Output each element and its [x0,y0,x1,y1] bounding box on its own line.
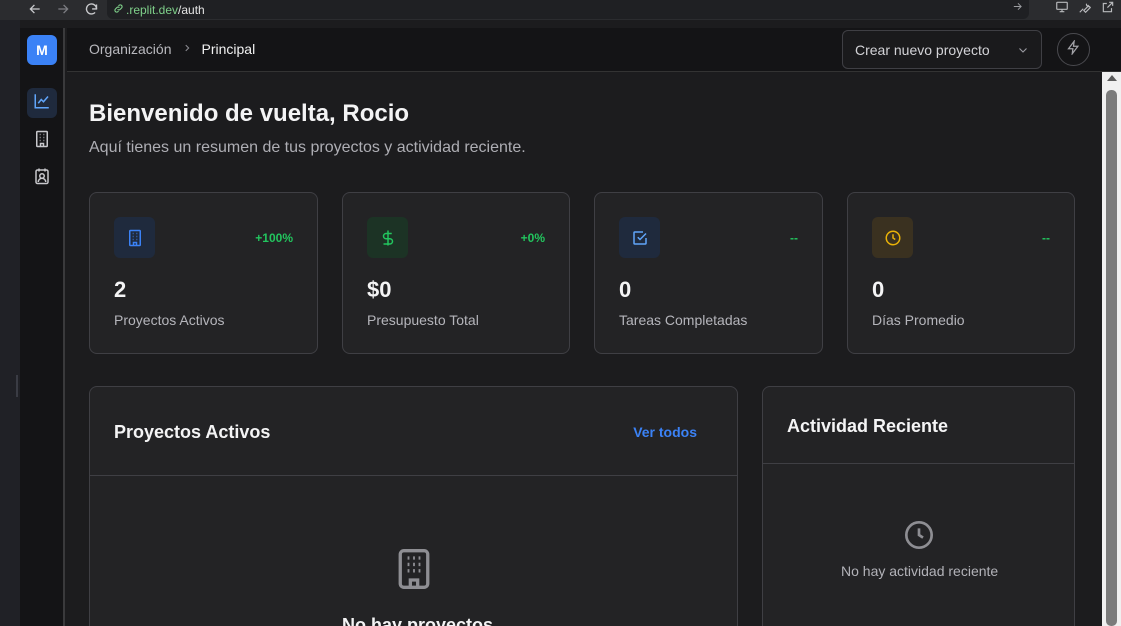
sidebar-item-contacts[interactable] [27,163,57,193]
empty-activity-text: No hay actividad reciente [841,563,999,579]
quick-action-button[interactable] [1057,33,1090,66]
stat-value: $0 [367,277,392,302]
sidebar-item-projects[interactable] [27,126,57,156]
page-subtitle: Aquí tienes un resumen de tus proyectos … [89,139,526,156]
building-icon [33,130,51,153]
breadcrumb-organization[interactable]: Organización [89,41,172,57]
browser-toolbar: .replit.dev/auth [0,0,1121,20]
clock-icon [903,519,935,556]
scrollbar[interactable] [1102,72,1121,626]
scrollbar-thumb[interactable] [1106,90,1117,626]
stat-value: 0 [619,277,632,302]
stat-card-average-days: -- 0 Días Promedio [847,192,1075,354]
stat-value: 0 [872,277,885,302]
building-icon [114,217,155,258]
sidebar: M [20,28,65,626]
chart-line-icon [33,92,51,115]
clock-icon [872,217,913,258]
panel-header: Proyectos Activos Ver todos [90,387,737,476]
breadcrumb-current: Principal [201,41,256,57]
url-host: .replit.dev [126,2,179,17]
stat-delta: -- [1042,231,1050,245]
check-square-icon [619,217,660,258]
address-bar[interactable]: .replit.dev/auth [107,0,1029,19]
panel-header: Actividad Reciente [763,387,1074,464]
link-icon [113,3,124,17]
frame-marker [16,375,18,397]
chevron-right-icon [182,42,192,56]
stat-delta: +100% [255,231,293,245]
project-select[interactable]: Crear nuevo proyecto [842,30,1042,69]
stat-label: Proyectos Activos [114,312,225,328]
project-select-value: Crear nuevo proyecto [855,41,990,58]
sidebar-item-dashboard[interactable] [27,88,57,118]
stat-label: Tareas Completadas [619,312,748,328]
breadcrumb: Organización Principal [89,41,255,57]
active-projects-panel: Proyectos Activos Ver todos No hay proye… [89,386,738,626]
wrench-icon[interactable] [1078,0,1092,19]
main-content: Bienvenido de vuelta, Rocio Aquí tienes … [67,72,1102,626]
stat-card-total-budget: +0% $0 Presupuesto Total [342,192,570,354]
page-title: Bienvenido de vuelta, Rocio [89,100,410,127]
building-icon [392,547,436,596]
stat-card-active-projects: +100% 2 Proyectos Activos [89,192,318,354]
empty-projects-title: No hay proyectos [342,615,494,626]
stat-delta: -- [790,231,798,245]
go-arrow-icon[interactable] [1012,1,1023,15]
reload-icon[interactable] [84,0,99,18]
stat-label: Presupuesto Total [367,312,479,328]
view-all-link[interactable]: Ver todos [633,424,697,440]
app-window: M Organización Principal Crear nuevo pro… [20,28,1121,626]
scroll-up-arrow[interactable] [1107,75,1117,81]
stat-value: 2 [114,277,127,302]
contact-badge-icon [33,167,51,190]
panel-title: Proyectos Activos [114,422,271,442]
monitor-icon[interactable] [1055,0,1069,19]
stat-delta: +0% [520,231,545,245]
stat-label: Días Promedio [872,312,965,328]
recent-activity-panel: Actividad Reciente No hay actividad reci… [762,386,1075,626]
top-bar: Organización Principal Crear nuevo proye… [67,28,1121,72]
org-avatar[interactable]: M [27,35,57,65]
chevron-down-icon [1017,43,1029,59]
panel-title: Actividad Reciente [787,416,949,436]
bolt-icon [1066,38,1081,60]
back-icon[interactable] [28,0,42,18]
forward-icon[interactable] [56,0,70,18]
stat-card-completed-tasks: -- 0 Tareas Completadas [594,192,823,354]
external-link-icon[interactable] [1101,0,1115,19]
url-path: /auth [178,2,205,17]
dollar-icon [367,217,408,258]
outer-frame [0,20,20,626]
